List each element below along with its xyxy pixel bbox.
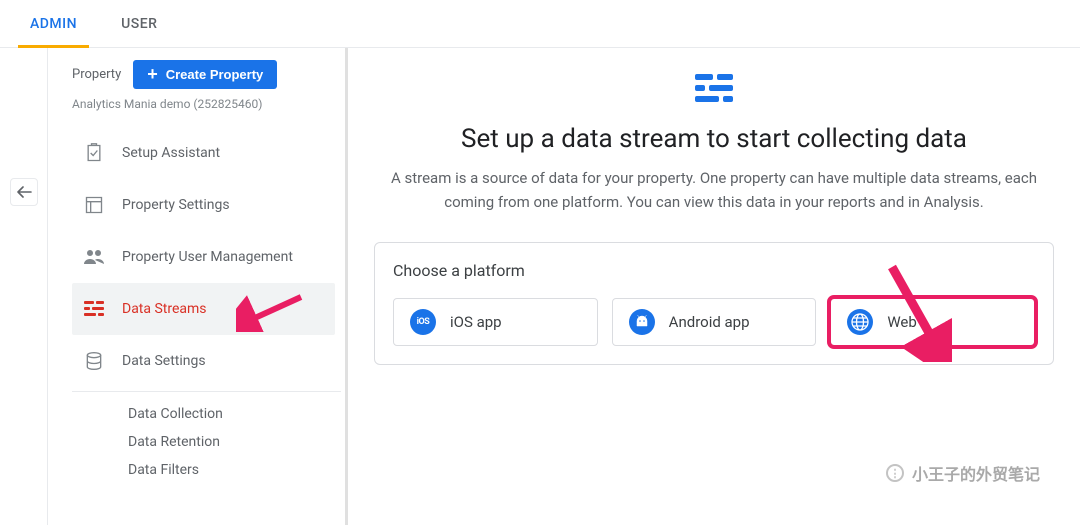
property-name: Analytics Mania demo (252825460)	[72, 97, 341, 111]
clipboard-check-icon	[82, 143, 106, 163]
layout-icon	[82, 195, 106, 215]
ios-icon: iOS	[410, 309, 436, 335]
platform-card-web[interactable]: Web	[830, 298, 1035, 346]
data-stream-hero-icon	[693, 72, 735, 104]
choose-platform-label: Choose a platform	[393, 261, 1035, 280]
data-stream-icon	[82, 301, 106, 317]
sidebar-item-property-user-management[interactable]: Property User Management	[72, 231, 335, 283]
sidebar-item-label: Property Settings	[122, 197, 230, 213]
platform-panel: Choose a platform iOS iOS app Android ap…	[374, 242, 1054, 365]
platform-label: iOS app	[450, 313, 502, 331]
platform-card-android[interactable]: Android app	[612, 298, 817, 346]
sidebar-item-label: Data Settings	[122, 353, 206, 369]
watermark: ⋮ 小王子的外贸笔记	[886, 461, 1040, 485]
create-property-label: Create Property	[166, 67, 264, 82]
create-property-button[interactable]: + Create Property	[133, 60, 277, 89]
sidebar-item-data-settings[interactable]: Data Settings	[72, 335, 335, 387]
main-panel: Set up a data stream to start collecting…	[348, 48, 1080, 525]
sidebar-subitem-data-collection[interactable]: Data Collection	[128, 400, 341, 428]
platform-label: Android app	[669, 313, 750, 331]
database-icon	[82, 351, 106, 371]
sidebar-item-setup-assistant[interactable]: Setup Assistant	[72, 127, 335, 179]
sidebar-item-property-settings[interactable]: Property Settings	[72, 179, 335, 231]
watermark-text: 小王子的外贸笔记	[912, 461, 1040, 485]
sidebar-item-label: Data Streams	[122, 301, 207, 317]
sidebar-item-data-streams[interactable]: Data Streams	[72, 283, 335, 335]
page-title: Set up a data stream to start collecting…	[461, 124, 967, 154]
sidebar-subitem-data-filters[interactable]: Data Filters	[128, 456, 341, 484]
people-icon	[82, 249, 106, 265]
back-rail	[0, 48, 48, 525]
property-sidebar: Property + Create Property Analytics Man…	[48, 48, 348, 525]
plus-icon: +	[147, 69, 158, 80]
back-arrow-icon	[16, 186, 32, 198]
wechat-icon: ⋮	[886, 464, 904, 482]
tab-user[interactable]: USER	[99, 0, 179, 48]
platform-card-ios[interactable]: iOS iOS app	[393, 298, 598, 346]
property-label: Property	[72, 67, 121, 82]
sidebar-item-label: Property User Management	[122, 249, 293, 265]
platform-label: Web	[887, 313, 916, 331]
page-description: A stream is a source of data for your pr…	[384, 166, 1044, 214]
android-icon	[629, 309, 655, 335]
top-tabs: ADMIN USER	[0, 0, 1080, 48]
sidebar-item-label: Setup Assistant	[122, 145, 220, 161]
back-button[interactable]	[10, 178, 38, 206]
sidebar-subitem-data-retention[interactable]: Data Retention	[128, 428, 341, 456]
globe-icon	[847, 309, 873, 335]
tab-admin[interactable]: ADMIN	[8, 0, 99, 48]
